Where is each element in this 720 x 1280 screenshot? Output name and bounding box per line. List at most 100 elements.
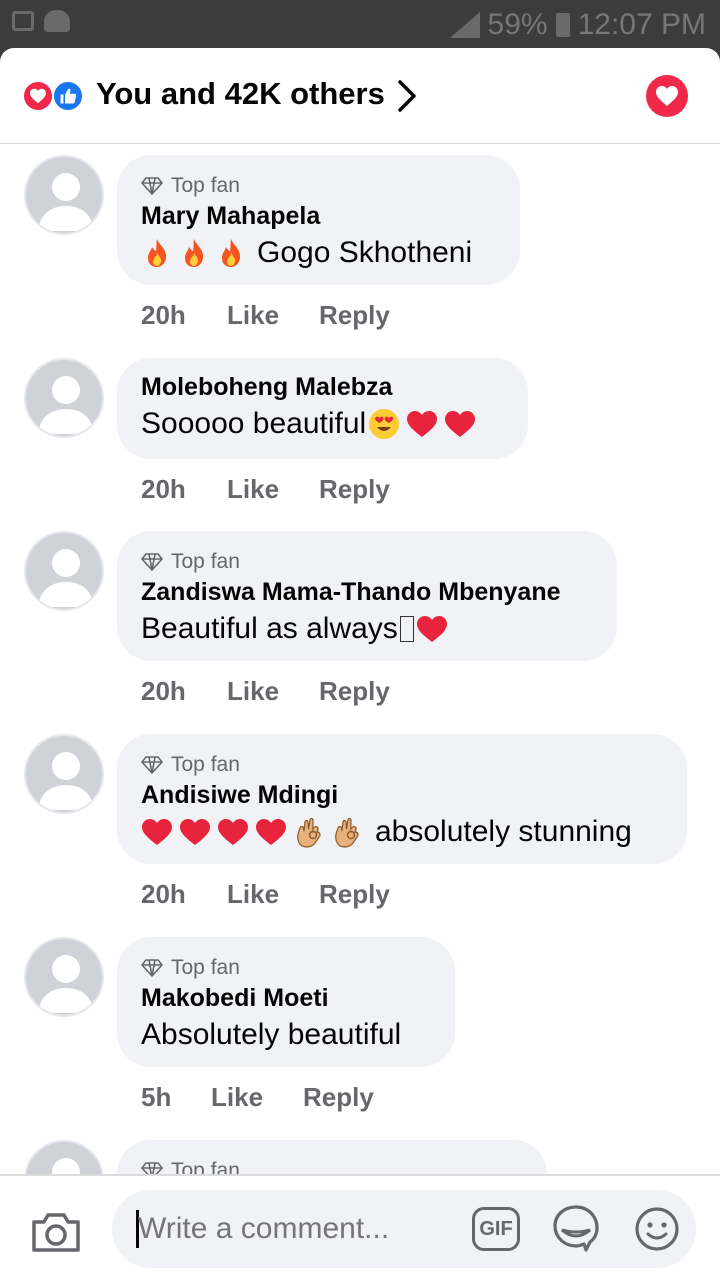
comment-author[interactable]: Makobedi Moeti bbox=[141, 983, 431, 1013]
comment-text-row: absolutely stunning bbox=[141, 812, 663, 852]
heart-icon bbox=[22, 80, 54, 112]
battery-icon bbox=[555, 13, 570, 37]
diamond-icon bbox=[141, 959, 163, 977]
comment-author[interactable]: Andisiwe Mdingi bbox=[141, 780, 663, 810]
diamond-icon bbox=[141, 1162, 163, 1174]
comment-actions: 5h Like Reply bbox=[141, 1082, 374, 1113]
fire-emoji-icon bbox=[185, 239, 204, 267]
avatar[interactable] bbox=[24, 155, 104, 235]
top-fan-label: Top fan bbox=[171, 753, 240, 776]
emoji-icon[interactable] bbox=[634, 1206, 680, 1252]
top-fan-label: Top fan bbox=[171, 174, 240, 197]
avatar[interactable] bbox=[24, 1140, 104, 1174]
comment-time: 20h bbox=[141, 474, 186, 504]
comment-text: Gogo Skhotheni bbox=[257, 236, 473, 269]
gif-button[interactable]: GIF bbox=[472, 1207, 520, 1251]
red-heart-emoji-icon bbox=[142, 819, 172, 845]
snapchat-notification-icon bbox=[44, 10, 70, 32]
gallery-notification-icon bbox=[12, 11, 34, 31]
comment-text: absolutely stunning bbox=[375, 815, 632, 848]
comment-bubble[interactable]: Top fan Zandiswa Mama-Thando Mbenyane Be… bbox=[117, 531, 617, 661]
comment-time: 5h bbox=[141, 1082, 172, 1112]
top-fan-label: Top fan bbox=[171, 550, 240, 573]
comments-sheet: You and 42K others Top fan Mary Mahapela bbox=[0, 48, 720, 1280]
like-button[interactable]: Like bbox=[211, 1082, 303, 1113]
status-bar: 59% 12:07 PM bbox=[0, 0, 720, 48]
comment-bubble[interactable]: Top fan Mary Mahapela Gogo Skhotheni bbox=[117, 155, 520, 285]
diamond-icon bbox=[141, 553, 163, 571]
comment-text: Beautiful as always bbox=[141, 612, 398, 645]
comment-text-row: Gogo Skhotheni bbox=[141, 233, 496, 273]
avatar[interactable] bbox=[24, 937, 104, 1017]
fire-emoji-icon bbox=[148, 239, 167, 267]
comment-list[interactable]: Top fan Mary Mahapela Gogo Skhotheni 20h… bbox=[0, 144, 720, 1174]
reply-button[interactable]: Reply bbox=[319, 300, 390, 331]
top-fan-badge: Top fan bbox=[141, 953, 431, 983]
reactions-summary[interactable]: You and 42K others bbox=[96, 76, 385, 112]
comment-text-row: Beautiful as always bbox=[141, 609, 593, 649]
comment-text: Sooooo beautiful bbox=[141, 407, 367, 440]
reactions-header[interactable]: You and 42K others bbox=[0, 48, 720, 144]
diamond-icon bbox=[141, 177, 163, 195]
avatar[interactable] bbox=[24, 358, 104, 438]
heart-eyes-emoji-icon bbox=[369, 409, 400, 439]
like-button[interactable]: Like bbox=[227, 879, 319, 910]
comment-actions: 20h Like Reply bbox=[141, 474, 390, 505]
reply-button[interactable]: Reply bbox=[319, 879, 390, 910]
red-heart-emoji-icon bbox=[180, 819, 210, 845]
clock: 12:07 PM bbox=[577, 8, 706, 41]
top-fan-badge: Top fan bbox=[141, 1156, 523, 1174]
like-button[interactable]: Like bbox=[227, 676, 319, 707]
comment-author[interactable]: Zandiswa Mama-Thando Mbenyane bbox=[141, 577, 593, 607]
avatar[interactable] bbox=[24, 531, 104, 611]
top-fan-badge: Top fan bbox=[141, 750, 663, 780]
comment-actions: 20h Like Reply bbox=[141, 300, 390, 331]
unrendered-glyph-icon bbox=[399, 616, 414, 642]
comment-input-container[interactable]: GIF bbox=[112, 1190, 696, 1268]
signal-icon bbox=[449, 12, 480, 38]
reply-button[interactable]: Reply bbox=[303, 1082, 374, 1113]
comment-bubble[interactable]: Moleboheng Malebza Sooooo beautiful bbox=[117, 358, 528, 459]
camera-icon[interactable] bbox=[30, 1210, 82, 1254]
fire-emoji-icon bbox=[222, 239, 241, 267]
like-button[interactable]: Like bbox=[227, 474, 319, 505]
sticker-icon[interactable] bbox=[552, 1204, 600, 1254]
chevron-right-icon[interactable] bbox=[392, 78, 422, 114]
comment-actions: 20h Like Reply bbox=[141, 676, 390, 707]
comment-text-row: Absolutely beautiful bbox=[141, 1015, 431, 1055]
top-fan-badge: Top fan bbox=[141, 547, 593, 577]
comment-composer: GIF bbox=[0, 1174, 720, 1280]
top-fan-label: Top fan bbox=[171, 956, 240, 979]
ok-hand-emoji-icon bbox=[297, 818, 321, 848]
red-heart-emoji-icon bbox=[445, 411, 476, 437]
red-heart-emoji-icon bbox=[256, 819, 286, 845]
reaction-icons bbox=[22, 80, 88, 112]
avatar[interactable] bbox=[24, 734, 104, 814]
comment-bubble[interactable]: Top fan Andisiwe Mdingi absolutely stunn… bbox=[117, 734, 687, 864]
top-fan-badge: Top fan bbox=[141, 171, 496, 201]
comment-input[interactable] bbox=[138, 1210, 458, 1248]
reply-button[interactable]: Reply bbox=[319, 474, 390, 505]
like-icon bbox=[52, 80, 84, 112]
ok-hand-emoji-icon bbox=[335, 818, 359, 848]
battery-percent: 59% bbox=[487, 8, 548, 41]
diamond-icon bbox=[141, 756, 163, 774]
comment-actions: 20h Like Reply bbox=[141, 879, 390, 910]
comment-author[interactable]: Moleboheng Malebza bbox=[141, 372, 504, 402]
comment-text: Absolutely beautiful bbox=[141, 1018, 402, 1051]
reply-button[interactable]: Reply bbox=[319, 676, 390, 707]
comment-bubble[interactable]: Top fan bbox=[117, 1140, 547, 1174]
heart-reaction-button[interactable] bbox=[646, 75, 688, 117]
comment-time: 20h bbox=[141, 676, 186, 706]
comment-text-row: Sooooo beautiful bbox=[141, 404, 504, 444]
comment-time: 20h bbox=[141, 879, 186, 909]
gif-label: GIF bbox=[479, 1217, 513, 1240]
red-heart-emoji-icon bbox=[407, 411, 438, 437]
top-fan-label: Top fan bbox=[171, 1159, 240, 1174]
red-heart-emoji-icon bbox=[416, 616, 447, 642]
comment-time: 20h bbox=[141, 300, 186, 330]
comment-author[interactable]: Mary Mahapela bbox=[141, 201, 496, 231]
comment-bubble[interactable]: Top fan Makobedi Moeti Absolutely beauti… bbox=[117, 937, 455, 1067]
like-button[interactable]: Like bbox=[227, 300, 319, 331]
red-heart-emoji-icon bbox=[218, 819, 248, 845]
